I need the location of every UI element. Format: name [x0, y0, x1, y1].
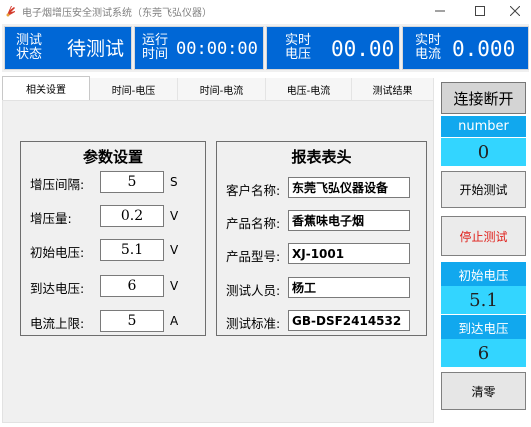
clear-button[interactable]: 清零 — [441, 372, 526, 410]
report-group: 报表表头 — [216, 141, 427, 336]
init-voltage-value: 5.1 — [441, 286, 526, 314]
start-test-button[interactable]: 开始测试 — [441, 171, 526, 208]
product-name-input[interactable]: 香蕉味电子烟 — [288, 210, 410, 231]
current-panel: 实时 电流 0.000 — [402, 26, 529, 70]
test-state-label: 测试 状态 — [15, 33, 42, 62]
tab-settings[interactable]: 相关设置 — [2, 76, 90, 100]
product-name-label: 产品名称: — [226, 216, 281, 231]
connect-toggle-button[interactable]: 连接断开 — [441, 82, 526, 114]
customer-name-input[interactable]: 东莞飞弘仪器设备 — [288, 177, 410, 198]
initial-voltage-label: 初始电压: — [30, 245, 85, 260]
tab-strip: 相关设置 时间-电压 时间-电流 电压-电流 测试结果 — [2, 76, 434, 100]
close-button[interactable] — [500, 2, 530, 20]
tester-label: 测试人员: — [226, 283, 281, 298]
stop-test-button[interactable]: 停止测试 — [441, 216, 526, 256]
boost-interval-label: 增压间隔: — [30, 177, 85, 192]
tab-time-voltage[interactable]: 时间-电压 — [90, 78, 178, 100]
test-standard-input[interactable]: GB-DSF2414532 — [288, 310, 410, 331]
current-limit-input[interactable]: 5 — [100, 310, 164, 332]
tab-time-current[interactable]: 时间-电流 — [178, 78, 266, 100]
tab-test-results[interactable]: 测试结果 — [352, 78, 434, 100]
boost-amount-unit: V — [170, 209, 179, 223]
product-model-input[interactable]: XJ-1001 — [288, 243, 410, 264]
current-limit-unit: A — [170, 314, 179, 328]
run-time-value: 00:00:00 — [176, 39, 258, 59]
test-state-value: 待测试 — [67, 38, 125, 60]
close-icon — [510, 6, 520, 16]
test-standard-label: 测试标准: — [226, 316, 281, 331]
reach-voltage-label: 到达电压: — [30, 281, 85, 296]
number-label: number — [441, 116, 526, 137]
number-value: 0 — [441, 138, 526, 166]
customer-name-label: 客户名称: — [226, 183, 281, 198]
boost-amount-input[interactable]: 0.2 — [100, 205, 164, 227]
reach-voltage-side-label: 到达电压 — [441, 315, 526, 339]
initial-voltage-input[interactable]: 5.1 — [100, 239, 164, 261]
boost-interval-input[interactable]: 5 — [100, 171, 164, 193]
params-title: 参数设置 — [82, 148, 143, 166]
report-title: 报表表头 — [291, 148, 352, 166]
maximize-icon — [475, 6, 485, 16]
boost-interval-unit: S — [170, 175, 178, 189]
minimize-button[interactable] — [425, 2, 455, 20]
current-value: 0.000 — [452, 37, 516, 61]
title-bar: 电子烟增压安全测试系统（东莞飞弘仪器） — [0, 0, 531, 22]
reach-voltage-unit: V — [170, 279, 179, 293]
run-time-label: 运行 时间 — [141, 33, 168, 62]
product-model-label: 产品型号: — [226, 249, 281, 264]
init-voltage-label: 初始电压 — [441, 262, 526, 286]
tester-input[interactable]: 杨工 — [288, 277, 410, 298]
current-label: 实时 电流 — [414, 33, 441, 62]
current-limit-label: 电流上限: — [30, 316, 85, 331]
window-title: 电子烟增压安全测试系统（东莞飞弘仪器） — [22, 8, 212, 19]
tab-voltage-current[interactable]: 电压-电流 — [266, 78, 352, 100]
voltage-panel: 实时 电压 00.00 — [266, 26, 400, 70]
run-time-panel: 运行 时间 00:00:00 — [134, 26, 264, 70]
boost-amount-label: 增压量: — [30, 211, 72, 226]
reach-voltage-side-value: 6 — [441, 339, 526, 367]
maximize-button[interactable] — [465, 2, 495, 20]
voltage-label: 实时 电压 — [284, 33, 311, 62]
initial-voltage-unit: V — [170, 243, 179, 257]
voltage-value: 00.00 — [331, 37, 395, 61]
minimize-icon — [435, 10, 445, 12]
reach-voltage-input[interactable]: 6 — [100, 275, 164, 297]
app-icon — [6, 6, 15, 17]
test-state-panel: 测试 状态 待测试 — [4, 26, 132, 70]
